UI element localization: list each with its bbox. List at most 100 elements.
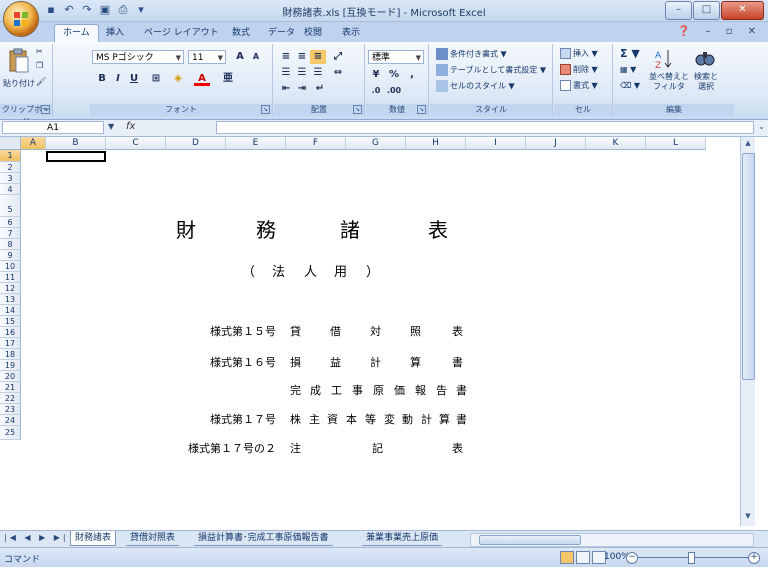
cut-icon[interactable]: ✂ [36, 46, 43, 58]
tab-formulas[interactable]: 数式 [224, 25, 258, 42]
scroll-down-icon[interactable]: ▼ [742, 512, 754, 524]
column-header[interactable]: E [226, 137, 286, 150]
row-header[interactable]: 21 [0, 382, 21, 393]
row-header[interactable]: 14 [0, 305, 21, 316]
row-header[interactable]: 19 [0, 360, 21, 371]
fill-color-icon[interactable]: ◈ [170, 72, 186, 86]
horizontal-scrollbar[interactable] [470, 533, 754, 547]
zoom-in-icon[interactable]: + [748, 552, 760, 564]
number-format-combo[interactable]: 標準 ▼ [368, 50, 424, 64]
row-header[interactable]: 9 [0, 250, 21, 261]
row-header[interactable]: 10 [0, 261, 21, 272]
column-header[interactable]: J [526, 137, 586, 150]
italic-button[interactable]: I [110, 72, 126, 86]
row-header[interactable]: 24 [0, 415, 21, 426]
normal-view-icon[interactable] [560, 551, 574, 564]
tab-view[interactable]: 表示 [334, 25, 368, 42]
row-header[interactable]: 7 [0, 228, 21, 239]
row-header[interactable]: 17 [0, 338, 21, 349]
maximize-button[interactable]: □ [693, 1, 720, 20]
align-center-icon[interactable]: ☰ [294, 66, 310, 80]
phonetic-icon[interactable]: 亜 [220, 72, 236, 86]
conditional-formatting-button[interactable]: 条件付き書式 ▼ [436, 48, 507, 61]
orientation-icon[interactable]: ⤢ [330, 50, 346, 64]
row-header[interactable]: 8 [0, 239, 21, 250]
format-cells-button[interactable]: 書式 ▼ [560, 80, 598, 92]
name-box[interactable]: A1 [2, 121, 104, 134]
tab-page-layout[interactable]: ページ レイアウト [136, 25, 227, 42]
tab-insert[interactable]: 挿入 [98, 25, 132, 42]
column-header[interactable]: A [21, 137, 46, 150]
row-header[interactable]: 20 [0, 371, 21, 382]
row-header[interactable]: 16 [0, 327, 21, 338]
row-header[interactable]: 12 [0, 283, 21, 294]
copy-icon[interactable]: ❐ [36, 60, 43, 72]
row-header[interactable]: 22 [0, 393, 21, 404]
align-middle-icon[interactable]: ≡ [294, 50, 310, 64]
grow-font-button[interactable]: A [232, 50, 248, 64]
ribbon-window-controls[interactable]: ❓ – ▫ ✕ [678, 26, 762, 37]
name-box-dropdown-icon[interactable]: ▼ [108, 122, 114, 131]
sheet-tab[interactable]: 貸借対照表 [126, 531, 180, 546]
merge-center-icon[interactable]: ⇔ [330, 66, 346, 80]
paste-button[interactable]: 貼り付け [3, 78, 35, 90]
paste-icon[interactable] [8, 48, 30, 74]
expand-formula-bar-icon[interactable]: ⌄ [758, 122, 765, 131]
row-header[interactable]: 1 [0, 150, 21, 162]
tab-home[interactable]: ホーム [54, 24, 99, 42]
row-header[interactable]: 15 [0, 316, 21, 327]
format-painter-icon[interactable]: 🖌 [36, 76, 46, 88]
insert-cells-button[interactable]: 挿入 ▼ [560, 48, 598, 60]
percent-button[interactable]: % [386, 68, 402, 82]
formula-input[interactable] [216, 121, 754, 134]
column-header[interactable]: H [406, 137, 466, 150]
column-header[interactable]: D [166, 137, 226, 150]
row-header[interactable]: 3 [0, 173, 21, 184]
tab-review[interactable]: 校閲 [296, 25, 330, 42]
shrink-font-button[interactable]: A [248, 50, 264, 64]
fill-icon[interactable]: ▦ ▼ [620, 64, 636, 76]
row-header[interactable]: 11 [0, 272, 21, 283]
wrap-text-icon[interactable]: ↵ [312, 82, 328, 96]
clear-icon[interactable]: ⌫ ▼ [620, 80, 640, 92]
column-header[interactable]: I [466, 137, 526, 150]
column-header[interactable]: F [286, 137, 346, 150]
row-header[interactable]: 6 [0, 217, 21, 228]
increase-indent-icon[interactable]: ⇥ [294, 82, 310, 96]
column-header[interactable]: C [106, 137, 166, 150]
underline-button[interactable]: U [126, 72, 142, 86]
sort-filter-button[interactable]: 並べ替えと フィルタ [648, 72, 690, 92]
row-header[interactable]: 13 [0, 294, 21, 305]
column-header[interactable]: L [646, 137, 706, 150]
zoom-knob[interactable] [688, 552, 695, 564]
delete-cells-button[interactable]: 削除 ▼ [560, 64, 598, 76]
vertical-scroll-thumb[interactable] [742, 153, 755, 380]
zoom-slider[interactable]: − + [626, 552, 760, 564]
vertical-scrollbar[interactable]: ▲ ▼ [740, 137, 755, 526]
row-header[interactable]: 25 [0, 426, 21, 440]
font-size-combo[interactable]: 11 ▼ [188, 50, 226, 64]
close-button[interactable]: ✕ [721, 1, 764, 20]
row-header[interactable]: 23 [0, 404, 21, 415]
sheet-tab[interactable]: 損益計算書･完成工事原価報告書 [194, 531, 333, 546]
decrease-decimal-icon[interactable]: .00 [386, 84, 402, 98]
borders-icon[interactable]: ⊞ [148, 72, 164, 86]
sheet-tab-active[interactable]: 財務諸表 [70, 531, 117, 546]
select-all-corner[interactable] [0, 137, 21, 150]
sheet-tab[interactable]: 兼業事業売上原価 [362, 531, 443, 546]
sheet-nav-buttons[interactable]: |◀ ◀ ▶ ▶| [4, 533, 69, 542]
zoom-out-icon[interactable]: − [626, 552, 638, 564]
bold-button[interactable]: B [94, 72, 110, 86]
row-header[interactable]: 18 [0, 349, 21, 360]
font-launcher[interactable]: ↘ [261, 105, 270, 114]
worksheet-grid[interactable]: ABCDEFGHIJKL 1 2 3 4 5 6 7 8 9 10 11 12 13 14 15 16 17 18… [0, 137, 740, 526]
horizontal-scroll-thumb[interactable] [479, 535, 581, 545]
align-right-icon[interactable]: ☰ [310, 66, 326, 80]
align-bottom-icon[interactable]: ≡ [310, 50, 326, 64]
alignment-launcher[interactable]: ↘ [353, 105, 362, 114]
cell-styles-button[interactable]: セルのスタイル ▼ [436, 80, 515, 93]
minimize-button[interactable]: – [665, 1, 692, 20]
autosum-button[interactable]: Σ ▼ [620, 48, 640, 60]
increase-decimal-icon[interactable]: .0 [368, 84, 384, 98]
font-name-combo[interactable]: MS Pゴシック ▼ [92, 50, 184, 64]
